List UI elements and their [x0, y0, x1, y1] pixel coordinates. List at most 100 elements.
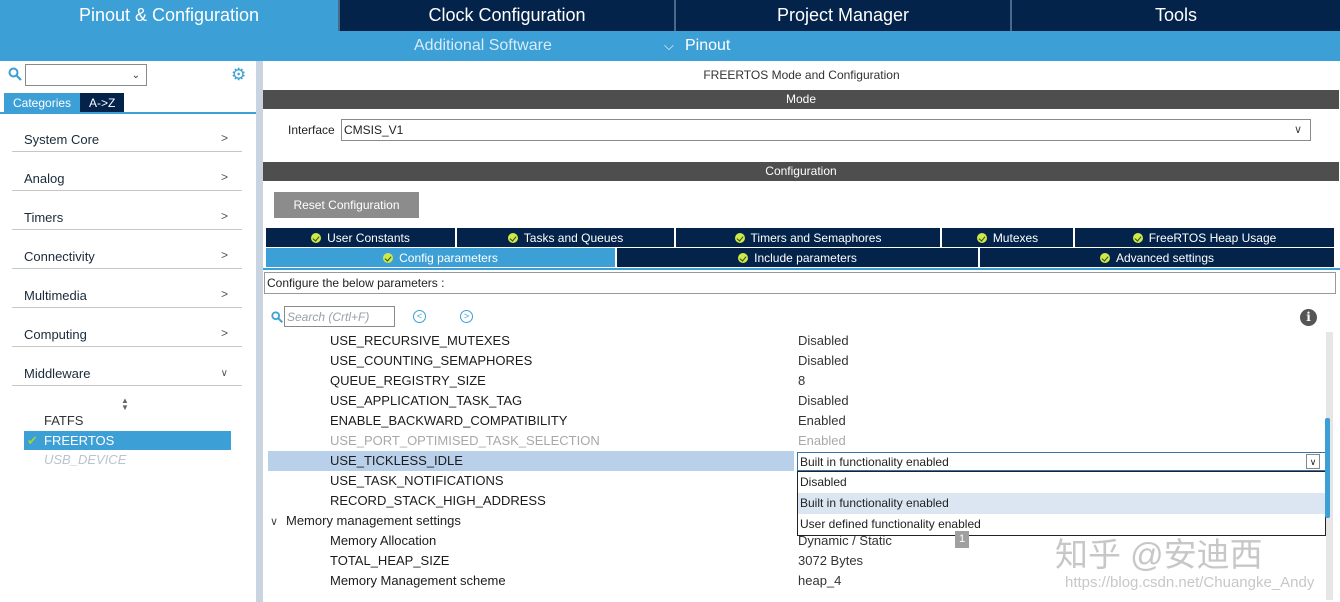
tab-clock-configuration[interactable]: Clock Configuration: [340, 0, 676, 31]
sidebar-splitter[interactable]: [256, 61, 263, 602]
chevron-right-icon: >: [220, 170, 228, 184]
category-label: Analog: [24, 171, 65, 186]
tab-include-parameters[interactable]: Include parameters: [617, 248, 980, 267]
param-name: USE_RECURSIVE_MUTEXES: [330, 333, 510, 348]
chevron-down-icon: ∨: [1293, 124, 1302, 136]
tab-categories[interactable]: Categories: [4, 93, 81, 112]
parameter-search-input[interactable]: Search (Crtl+F): [284, 306, 395, 327]
tab-tools[interactable]: Tools: [1012, 0, 1340, 31]
param-name: USE_PORT_OPTIMISED_TASK_SELECTION: [330, 433, 600, 448]
tab-label: User Constants: [327, 230, 410, 245]
sidebar-search-combo[interactable]: ⌄: [25, 64, 147, 86]
interface-value: CMSIS_V1: [344, 123, 404, 137]
top-nav: Pinout & Configuration Clock Configurati…: [0, 0, 1340, 31]
sort-icon[interactable]: ▲ ▼: [121, 397, 129, 412]
chevron-down-icon: ∨: [220, 368, 228, 379]
check-circle-icon: [383, 252, 394, 263]
watermark-zhihu: 知乎 @安迪西: [1055, 536, 1263, 573]
info-icon[interactable]: i: [1300, 309, 1317, 326]
middleware-item-fatfs[interactable]: FATFS: [24, 411, 231, 430]
param-row[interactable]: USE_RECURSIVE_MUTEXES Disabled: [268, 331, 1326, 351]
reset-configuration-button[interactable]: Reset Configuration: [274, 192, 419, 218]
param-row[interactable]: QUEUE_REGISTRY_SIZE 8: [268, 371, 1326, 391]
additional-software-menu[interactable]: Additional Software: [414, 37, 552, 55]
category-computing[interactable]: Computing >: [12, 308, 242, 347]
config-hint: Configure the below parameters :: [264, 272, 1336, 294]
chevron-right-icon: >: [220, 209, 228, 223]
tab-mutexes[interactable]: Mutexes: [942, 228, 1075, 247]
category-connectivity[interactable]: Connectivity >: [12, 230, 242, 269]
chevron-down-icon: ⌄: [131, 70, 140, 81]
interface-select[interactable]: CMSIS_V1 ∨: [341, 119, 1311, 141]
check-circle-icon: [734, 232, 745, 243]
param-name: USE_APPLICATION_TASK_TAG: [330, 393, 523, 408]
param-row[interactable]: USE_APPLICATION_TASK_TAG Disabled: [268, 391, 1326, 411]
param-row: USE_PORT_OPTIMISED_TASK_SELECTION Enabled: [268, 431, 1326, 451]
category-label: Middleware: [24, 366, 91, 381]
param-value: Disabled: [798, 353, 849, 368]
tab-advanced-settings[interactable]: Advanced settings: [980, 248, 1334, 267]
category-analog[interactable]: Analog >: [12, 152, 242, 191]
tab-freertos-heap-usage[interactable]: FreeRTOS Heap Usage: [1075, 228, 1334, 247]
category-system-core[interactable]: System Core >: [12, 113, 242, 152]
previous-match-icon[interactable]: <: [413, 310, 426, 323]
param-row[interactable]: ENABLE_BACKWARD_COMPATIBILITY Enabled: [268, 411, 1326, 431]
watermark-url: https://blog.csdn.net/Chuangke_Andy: [1065, 574, 1315, 591]
group-memory-management[interactable]: ∨ Memory management settings: [270, 511, 670, 531]
category-label: System Core: [24, 132, 100, 147]
group-label: Memory management settings: [286, 513, 461, 528]
tab-a-z[interactable]: A->Z: [80, 93, 125, 112]
scrollbar-thumb[interactable]: [1325, 418, 1330, 518]
category-label: Multimedia: [24, 288, 87, 303]
tab-label: FreeRTOS Heap Usage: [1148, 230, 1277, 245]
check-circle-icon: [738, 252, 749, 263]
sub-toolbar: Additional Software ⌵ Pinout: [0, 31, 1340, 61]
chevron-right-icon: >: [220, 248, 228, 262]
tab-config-parameters[interactable]: Config parameters: [266, 248, 617, 267]
tab-label: Timers and Semaphores: [750, 230, 882, 245]
chevron-down-icon[interactable]: ∨: [1306, 454, 1320, 469]
check-circle-icon: [1099, 252, 1110, 263]
check-circle-icon: [1132, 232, 1143, 243]
gear-icon[interactable]: ⚙: [231, 66, 248, 83]
param-value: 8: [798, 373, 806, 388]
mode-section-header: Mode: [263, 90, 1339, 109]
dropdown-option-selected[interactable]: Built in functionality enabled: [798, 493, 1325, 514]
param-value: 3072 Bytes: [798, 553, 864, 568]
middleware-item-usb-device[interactable]: USB_DEVICE: [24, 450, 231, 469]
tab-pinout-configuration[interactable]: Pinout & Configuration: [0, 0, 340, 31]
param-name: USE_TASK_NOTIFICATIONS: [330, 473, 504, 488]
middleware-item-freertos[interactable]: ✔ FREERTOS: [24, 431, 231, 450]
param-name: TOTAL_HEAP_SIZE: [330, 553, 450, 568]
param-name: Memory Allocation: [330, 533, 437, 548]
chevron-down-icon: ⌵: [664, 38, 674, 53]
param-value: Disabled: [798, 333, 849, 348]
dropdown-option[interactable]: Disabled: [798, 472, 1325, 493]
param-name: QUEUE_REGISTRY_SIZE: [330, 373, 486, 388]
param-value: heap_4: [798, 573, 842, 588]
param-name: USE_TICKLESS_IDLE: [268, 451, 794, 471]
pinout-menu-label[interactable]: Pinout: [685, 37, 730, 55]
pinout-menu[interactable]: ⌵: [664, 37, 674, 55]
next-match-icon[interactable]: >: [460, 310, 473, 323]
category-label: Timers: [24, 210, 64, 225]
tab-user-constants[interactable]: User Constants: [266, 228, 457, 247]
tickless-idle-select[interactable]: Built in functionality enabled ∨: [797, 452, 1326, 471]
param-value: Disabled: [798, 393, 849, 408]
tab-tasks-and-queues[interactable]: Tasks and Queues: [457, 228, 676, 247]
category-timers[interactable]: Timers >: [12, 191, 242, 230]
param-row[interactable]: USE_COUNTING_SEMAPHORES Disabled: [268, 351, 1326, 371]
category-label: Connectivity: [24, 249, 95, 264]
page-title: FREERTOS Mode and Configuration: [703, 68, 900, 82]
tab-label: Config parameters: [399, 250, 498, 265]
chevron-right-icon: >: [220, 131, 228, 145]
tab-timers-and-semaphores[interactable]: Timers and Semaphores: [676, 228, 942, 247]
category-multimedia[interactable]: Multimedia >: [12, 269, 242, 308]
tooltip: 1: [955, 531, 969, 548]
category-middleware[interactable]: Middleware ∨: [12, 347, 242, 386]
param-name: USE_COUNTING_SEMAPHORES: [330, 353, 533, 368]
tab-project-manager[interactable]: Project Manager: [676, 0, 1012, 31]
param-name: RECORD_STACK_HIGH_ADDRESS: [330, 493, 546, 508]
param-name: ENABLE_BACKWARD_COMPATIBILITY: [330, 413, 568, 428]
chevron-right-icon: >: [220, 326, 228, 340]
